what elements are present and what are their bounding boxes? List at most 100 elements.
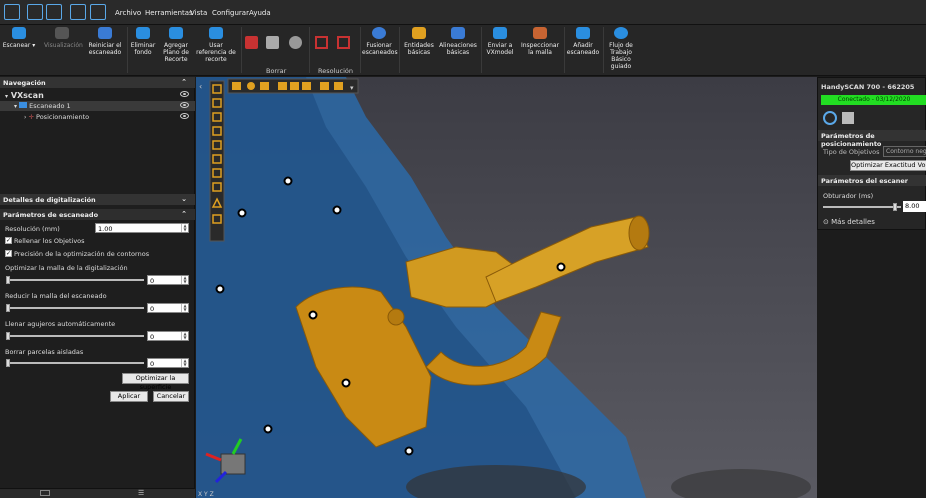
list-view-icon[interactable]: ☰	[138, 489, 144, 497]
selection-toolbar[interactable]	[209, 80, 225, 242]
add-scan-button[interactable]: Añadir escaneado	[566, 27, 600, 56]
view-dropdown-icon[interactable]: ▾	[350, 84, 354, 92]
eye-icon[interactable]	[180, 102, 189, 108]
view-front-icon[interactable]	[232, 82, 241, 90]
chevron-down-icon[interactable]: ⌄	[181, 195, 187, 203]
navigation-header[interactable]: Navegación ⌃	[0, 77, 195, 88]
remove-background-button[interactable]: Eliminar fondo	[129, 27, 157, 56]
slider-handle[interactable]	[6, 332, 10, 340]
reduce-mesh-slider[interactable]	[6, 304, 144, 312]
scan-label: Escanear	[2, 42, 31, 49]
slider-handle[interactable]	[6, 276, 10, 284]
remove-bg-label: Eliminar fondo	[130, 42, 156, 56]
save-icon[interactable]	[46, 4, 62, 20]
contour-optimization-checkbox[interactable]: ✓	[5, 250, 12, 257]
3d-viewport[interactable]: ▾ ‹ X Y Z	[196, 77, 817, 498]
optimize-volume-button[interactable]: Optimizar Exactitud Volume	[850, 160, 926, 171]
workflow-label: Flujo de Trabajo Básico guiado	[609, 42, 633, 70]
reduce-mesh-value: 0	[150, 305, 155, 313]
crosshair-icon[interactable]	[823, 111, 837, 125]
fill-targets-checkbox[interactable]: ✓	[5, 237, 12, 244]
fill-holes-input[interactable]: 0 ▲ ▼	[147, 331, 189, 341]
collapse-panel-icon[interactable]: ‹	[199, 82, 202, 91]
tree-view-icon[interactable]	[40, 490, 50, 496]
opt-mesh-slider[interactable]	[6, 276, 144, 284]
slider-handle[interactable]	[6, 359, 10, 367]
import-icon[interactable]	[70, 4, 86, 20]
add-clip-plane-button[interactable]: Agregar Plano de Recorte	[159, 27, 193, 63]
erase-brush-icon[interactable]	[266, 36, 279, 49]
restart-scan-button[interactable]: Reiniciar el escaneado	[86, 27, 124, 56]
navigation-cube[interactable]	[220, 453, 246, 475]
workflow-icon	[614, 27, 628, 39]
merge-label: Fusionar escaneados	[362, 42, 398, 56]
remove-isolated-input[interactable]: 0 ▲ ▼	[147, 358, 189, 368]
menu-archivo[interactable]: Archivo	[115, 9, 141, 17]
view-top-icon[interactable]	[260, 82, 269, 90]
add-scan-label: Añadir escaneado	[566, 42, 600, 56]
menu-configurar[interactable]: Configurar	[212, 9, 249, 17]
inspect-mesh-button[interactable]: Inspeccionar la malla	[518, 27, 562, 56]
scan-noise	[671, 469, 811, 498]
merge-scans-button[interactable]: Fusionar escaneados	[362, 27, 398, 56]
menu-herramientas[interactable]: Herramientas	[145, 9, 193, 17]
new-file-icon[interactable]	[27, 4, 43, 20]
slider-handle[interactable]	[6, 304, 10, 312]
home-icon[interactable]	[4, 4, 20, 20]
visualization-button[interactable]: Visualización	[44, 27, 83, 49]
erase-selection-icon[interactable]	[245, 36, 258, 49]
scan-params-header[interactable]: Parámetros de escaneado ⌃	[0, 209, 195, 220]
optimize-surface-button[interactable]: Optimizar la superficie	[122, 373, 189, 391]
view-left-icon[interactable]	[278, 82, 287, 90]
title-menu-bar: Archivo Herramientas Vista Configurar Ay…	[0, 0, 926, 25]
view-right-icon[interactable]	[290, 82, 299, 90]
apply-button[interactable]: Aplicar	[110, 391, 148, 402]
spin-arrows-icon[interactable]: ▲ ▼	[181, 359, 188, 367]
slider-handle[interactable]	[892, 203, 897, 211]
opt-mesh-input[interactable]: 0 ▲ ▼	[147, 275, 189, 285]
spin-arrows-icon[interactable]: ▲ ▼	[181, 276, 188, 284]
shutter-slider[interactable]	[823, 203, 901, 211]
resolution-triangle-icon[interactable]	[315, 36, 328, 49]
basic-alignments-button[interactable]: Alineaciones básicas	[438, 27, 478, 56]
menu-ayuda[interactable]: Ayuda	[249, 9, 271, 17]
view-shaded-icon[interactable]	[247, 82, 255, 90]
view-fit-icon[interactable]	[334, 82, 343, 90]
eye-icon[interactable]	[180, 113, 189, 119]
scanned-object-knob	[387, 308, 405, 326]
chevron-up-icon[interactable]: ⌃	[181, 210, 187, 218]
menu-vista[interactable]: Vista	[190, 9, 207, 17]
fill-holes-slider[interactable]	[6, 332, 144, 340]
spin-arrows-icon[interactable]: ▲ ▼	[181, 224, 188, 232]
spin-arrows-icon[interactable]: ▲ ▼	[181, 304, 188, 312]
view-back-icon[interactable]	[302, 82, 311, 90]
cancel-button[interactable]: Cancelar	[153, 391, 189, 402]
remove-isolated-value: 0	[150, 360, 155, 368]
guided-workflow-button[interactable]: Flujo de Trabajo Básico guiado	[606, 27, 636, 70]
scan-button[interactable]: Escanear ▾	[2, 27, 36, 49]
export-icon[interactable]	[90, 4, 106, 20]
target-type-select[interactable]: Contorno negro	[883, 146, 926, 157]
resolution-triangle-small-icon[interactable]	[337, 36, 350, 49]
visualization-icon	[55, 27, 69, 39]
basic-entities-button[interactable]: Entidades básicas	[402, 27, 436, 56]
tree-item-scan1[interactable]: ▾ Escaneado 1	[0, 101, 195, 111]
ribbon-divider	[309, 27, 310, 73]
erase-sphere-icon[interactable]	[289, 36, 302, 49]
chevron-up-icon[interactable]: ⌃	[181, 78, 187, 86]
reduce-mesh-input[interactable]: 0 ▲ ▼	[147, 303, 189, 313]
tree-item-positioning[interactable]: › ✛ Posicionamiento	[0, 112, 195, 122]
eye-icon[interactable]	[180, 91, 189, 97]
resolution-input[interactable]: 1.00 ▲ ▼	[95, 223, 189, 233]
spin-arrows-icon[interactable]: ▲ ▼	[181, 332, 188, 340]
use-clip-reference-button[interactable]: Usar referencia de recorte	[194, 27, 238, 63]
ribbon-divider	[603, 27, 604, 73]
remove-isolated-slider[interactable]	[6, 359, 144, 367]
shutter-input[interactable]: 8.00	[903, 201, 926, 212]
send-vxmodel-button[interactable]: Enviar a VXmodel	[484, 27, 516, 56]
scanner-params-title: Parámetros del escaner	[821, 177, 908, 185]
scanner-device-icon[interactable]	[842, 112, 854, 124]
more-details-toggle[interactable]: ⊙ Más detalles	[823, 218, 875, 226]
view-iso-icon[interactable]	[320, 82, 329, 90]
details-header[interactable]: Detalles de digitalización ⌄	[0, 194, 195, 205]
